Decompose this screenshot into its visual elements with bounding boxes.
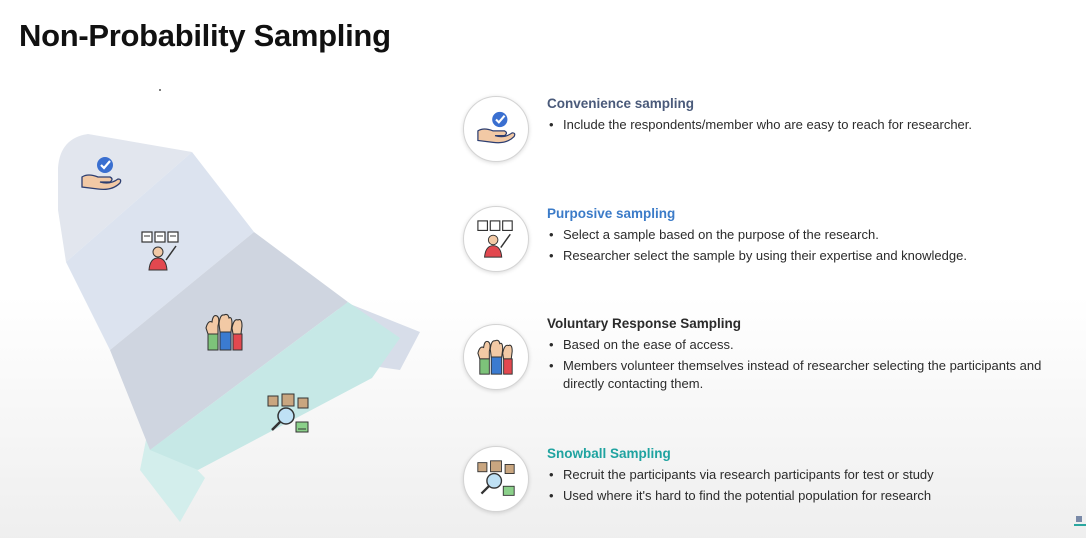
method-purposive: Purposive sampling Select a sample based… [463, 206, 1063, 276]
corner-logo-icon [1074, 516, 1086, 526]
method-icon-circle [463, 206, 529, 272]
bullet-item: Researcher select the sample by using th… [547, 247, 1063, 265]
method-voluntary-response: Voluntary Response Sampling Based on the… [463, 316, 1063, 406]
bullet-item: Recruit the participants via research pa… [547, 466, 1063, 484]
presenter-board-icon [477, 220, 513, 258]
method-icon-circle [463, 446, 529, 512]
method-bullets: Based on the ease of access. Members vol… [547, 336, 1063, 396]
bullet-item: Members volunteer themselves instead of … [547, 357, 1063, 393]
method-title: Purposive sampling [547, 206, 676, 221]
network-search-icon [477, 460, 515, 496]
bullet-item: Based on the ease of access. [547, 336, 1063, 354]
method-title: Snowball Sampling [547, 446, 671, 461]
bullet-item: Include the respondents/member who are e… [547, 116, 1063, 134]
stray-dot [159, 89, 161, 91]
method-title: Voluntary Response Sampling [547, 316, 742, 331]
method-snowball: Snowball Sampling Recruit the participan… [463, 446, 1063, 516]
method-bullets: Recruit the participants via research pa… [547, 466, 1063, 508]
method-bullets: Include the respondents/member who are e… [547, 116, 1063, 137]
rocket-segment-4 [150, 302, 400, 470]
rocket-segment-2 [66, 152, 254, 350]
method-icon-circle [463, 96, 529, 162]
rocket-segment-3 [110, 232, 348, 450]
presenter-board-icon [141, 231, 179, 271]
raised-hands-icon [205, 313, 243, 351]
method-convenience: Convenience sampling Include the respond… [463, 96, 1063, 166]
rocket-fin-right [330, 300, 420, 370]
method-bullets: Select a sample based on the purpose of … [547, 226, 1063, 268]
rocket-segment-1 [58, 134, 192, 262]
hand-check-icon [477, 111, 516, 144]
network-search-icon [267, 393, 309, 433]
bullet-item: Select a sample based on the purpose of … [547, 226, 1063, 244]
method-icon-circle [463, 324, 529, 390]
bullet-item: Used where it's hard to find the potenti… [547, 487, 1063, 505]
hand-check-icon [81, 157, 122, 191]
method-title: Convenience sampling [547, 96, 695, 111]
page-title: Non-Probability Sampling [19, 18, 391, 53]
raised-hands-icon [477, 339, 513, 375]
rocket-fin-bottom [140, 420, 205, 522]
